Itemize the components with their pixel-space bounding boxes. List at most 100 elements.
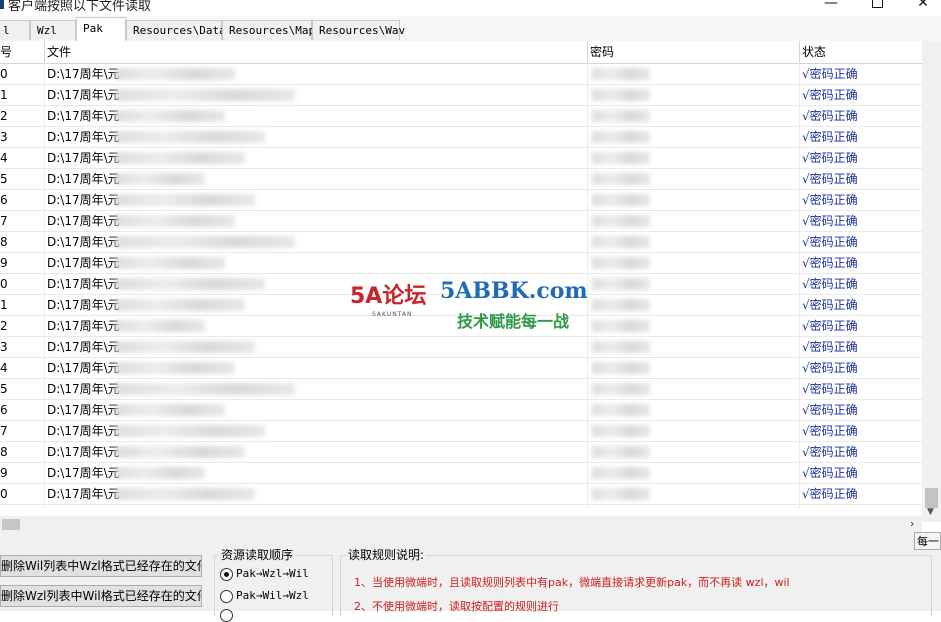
table-row[interactable]: 1 D:\17周年\元 √密码正确: [0, 295, 922, 316]
table-header: 号 文件 密码 状态: [0, 41, 922, 64]
redacted-password: [592, 173, 650, 185]
status-text: √密码正确: [802, 214, 858, 228]
redacted-password: [592, 89, 650, 101]
table-row[interactable]: 4 D:\17周年\元 √密码正确: [0, 358, 922, 379]
table-row[interactable]: 0 D:\17周年\元 √密码正确: [0, 484, 922, 505]
delete-wzl-duplicates-button[interactable]: 删除Wzl列表中Wil格式已经存在的文件: [0, 585, 202, 607]
radio-read-order-pak-wil-wzl[interactable]: Pak→Wil→Wzl: [220, 589, 309, 603]
redacted-filename: [115, 488, 255, 500]
table-row[interactable]: 5 D:\17周年\元 √密码正确: [0, 169, 922, 190]
table-row[interactable]: 8 D:\17周年\元 √密码正确: [0, 232, 922, 253]
status-text: √密码正确: [802, 424, 858, 438]
redacted-password: [592, 467, 650, 479]
column-header-no[interactable]: 号: [0, 41, 44, 63]
redacted-filename: [115, 131, 265, 143]
table-row[interactable]: 1 D:\17周年\元 √密码正确: [0, 85, 922, 106]
delete-wil-duplicates-button[interactable]: 删除Wil列表中Wzl格式已经存在的文件: [0, 555, 202, 577]
radio-read-order-third[interactable]: [220, 608, 236, 622]
vertical-scrollbar[interactable]: ▼: [922, 41, 941, 522]
table-row[interactable]: 3 D:\17周年\元 √密码正确: [0, 127, 922, 148]
redacted-filename: [115, 404, 225, 416]
table-row[interactable]: 7 D:\17周年\元 √密码正确: [0, 421, 922, 442]
radio-selected-icon[interactable]: [220, 567, 233, 581]
redacted-filename: [115, 194, 255, 206]
redacted-password: [592, 320, 650, 332]
tab-strip: l Wzl Pak Resources\Data Resources\Map R…: [0, 16, 941, 42]
table-row[interactable]: 0 D:\17周年\元 √密码正确: [0, 274, 922, 295]
row-number: 0: [0, 67, 8, 81]
status-text: √密码正确: [802, 361, 858, 375]
table-row[interactable]: 6 D:\17周年\元 √密码正确: [0, 190, 922, 211]
row-number: 3: [0, 340, 8, 354]
status-text: √密码正确: [802, 235, 858, 249]
radio-unselected-icon[interactable]: [220, 608, 233, 622]
table-row[interactable]: 9 D:\17周年\元 √密码正确: [0, 253, 922, 274]
table-row[interactable]: 8 D:\17周年\元 √密码正确: [0, 442, 922, 463]
table-row[interactable]: 3 D:\17周年\元 √密码正确: [0, 337, 922, 358]
status-text: √密码正确: [802, 487, 858, 501]
table-row[interactable]: 9 D:\17周年\元 √密码正确: [0, 463, 922, 484]
table-row[interactable]: 5 D:\17周年\元 √密码正确: [0, 379, 922, 400]
rule-2: 2、不使用微端时，读取按配置的规则进行: [354, 600, 559, 613]
row-number: 5: [0, 382, 8, 396]
maximize-button[interactable]: [854, 0, 900, 12]
redacted-filename: [115, 236, 295, 248]
app-icon: [0, 0, 4, 9]
radio-label: Pak→Wzl→Wil: [236, 567, 309, 580]
row-number: 5: [0, 172, 8, 186]
redacted-password: [592, 341, 650, 353]
status-text: √密码正确: [802, 256, 858, 270]
minimize-button[interactable]: —: [808, 0, 854, 12]
table-row[interactable]: 4 D:\17周年\元 √密码正确: [0, 148, 922, 169]
table-row[interactable]: 2 D:\17周年\元 √密码正确: [0, 316, 922, 337]
redacted-filename: [115, 362, 235, 374]
redacted-password: [592, 257, 650, 269]
scroll-down-icon[interactable]: ▼: [927, 507, 934, 517]
redacted-password: [592, 383, 650, 395]
tab-resources-data[interactable]: Resources\Data: [126, 20, 226, 40]
row-number: 8: [0, 235, 8, 249]
row-number: 6: [0, 403, 8, 417]
close-button[interactable]: ✕: [900, 0, 941, 12]
table-row[interactable]: 0 D:\17周年\元 √密码正确: [0, 64, 922, 85]
row-number: 2: [0, 319, 8, 333]
scrollbar-thumb[interactable]: [2, 519, 20, 530]
tab-resources-wav[interactable]: Resources\Wav: [312, 20, 405, 40]
read-order-group: [214, 555, 333, 616]
tab-wzl[interactable]: Wzl: [30, 20, 76, 40]
scroll-right-icon[interactable]: ›: [910, 517, 914, 530]
redacted-filename: [115, 68, 235, 80]
redacted-password: [592, 68, 650, 80]
bottom-panel: 删除Wil列表中Wzl格式已经存在的文件 删除Wzl列表中Wil格式已经存在的文…: [0, 533, 941, 622]
status-text: √密码正确: [802, 193, 858, 207]
redacted-filename: [115, 152, 245, 164]
redacted-password: [592, 131, 650, 143]
redacted-password: [592, 299, 650, 311]
file-table[interactable]: 号 文件 密码 状态 0 D:\17周年\元 √密码正确 1 D:\17周年\元 √密码正…: [0, 41, 922, 509]
radio-read-order-pak-wzl-wil[interactable]: Pak→Wzl→Wil: [220, 567, 309, 581]
row-number: 1: [0, 298, 8, 312]
redacted-password: [592, 488, 650, 500]
table-row[interactable]: 7 D:\17周年\元 √密码正确: [0, 211, 922, 232]
tab-wil[interactable]: l: [0, 20, 30, 40]
status-text: √密码正确: [802, 172, 858, 186]
table-row[interactable]: 6 D:\17周年\元 √密码正确: [0, 400, 922, 421]
tab-resources-map[interactable]: Resources\Map: [222, 20, 315, 40]
window-title: 客户端按照以下文件读取: [8, 0, 152, 14]
column-header-password[interactable]: 密码: [588, 41, 798, 63]
column-header-status[interactable]: 状态: [800, 41, 920, 63]
redacted-password: [592, 446, 650, 458]
row-number: 7: [0, 214, 8, 228]
table-row[interactable]: 2 D:\17周年\元 √密码正确: [0, 106, 922, 127]
status-text: √密码正确: [802, 403, 858, 417]
radio-unselected-icon[interactable]: [220, 589, 233, 603]
status-text: √密码正确: [802, 298, 858, 312]
maximize-icon: [871, 0, 883, 8]
scrollbar-thumb[interactable]: [925, 488, 938, 508]
horizontal-scrollbar[interactable]: ›: [0, 516, 922, 533]
status-text: √密码正确: [802, 466, 858, 480]
tab-pak[interactable]: Pak: [76, 17, 126, 41]
row-number: 4: [0, 151, 8, 165]
status-text: √密码正确: [802, 277, 858, 291]
column-header-file[interactable]: 文件: [45, 41, 585, 63]
